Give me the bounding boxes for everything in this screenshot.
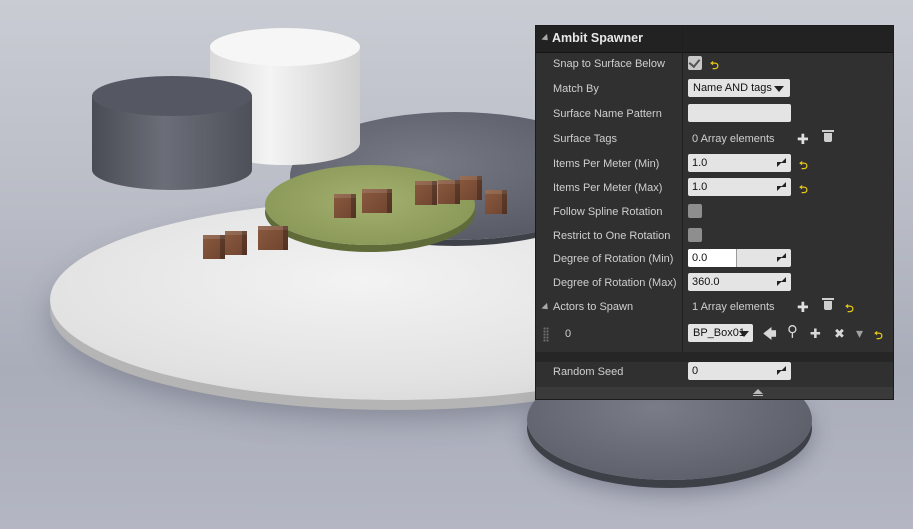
row-items-per-meter-max: Items Per Meter (Max) 1.0 ⮌ xyxy=(536,177,893,201)
match-by-dropdown[interactable]: Name AND tags xyxy=(688,79,790,97)
collapse-triangle-icon[interactable] xyxy=(541,33,551,44)
x-icon[interactable]: ✖ xyxy=(834,327,845,341)
dark-cylinder-top xyxy=(92,76,252,116)
spawned-box xyxy=(334,194,356,218)
advanced-toggle-bar[interactable] xyxy=(536,387,893,399)
collapse-up-icon xyxy=(753,389,763,394)
array-count: 0 Array elements xyxy=(692,133,775,145)
property-label: Snap to Surface Below xyxy=(553,58,665,70)
dropdown-arrow-icon xyxy=(739,331,749,337)
reset-arrow-icon[interactable]: ⮌ xyxy=(874,327,883,346)
row-random-seed: Random Seed 0 xyxy=(536,361,893,385)
property-label: Items Per Meter (Max) xyxy=(553,182,663,194)
plus-icon[interactable]: ✚ xyxy=(797,300,809,314)
arrow-left-icon[interactable]: 🡄 xyxy=(763,327,776,341)
dropdown-value: BP_Box01 xyxy=(693,327,745,339)
category-title: Ambit Spawner xyxy=(552,31,643,45)
reset-arrow-icon[interactable]: ⮌ xyxy=(710,57,719,76)
row-actors-to-spawn: Actors to Spawn 1 Array elements ✚ ⮌ xyxy=(536,296,893,320)
drag-resize-icon xyxy=(777,277,786,286)
drag-grip-icon[interactable] xyxy=(543,327,549,342)
spawned-box xyxy=(485,190,507,214)
reset-arrow-icon[interactable]: ⮌ xyxy=(799,157,808,176)
row-surface-name-pattern: Surface Name Pattern xyxy=(536,103,893,127)
reset-arrow-icon[interactable]: ⮌ xyxy=(845,300,854,319)
property-label: Actors to Spawn xyxy=(553,301,634,313)
items-per-meter-max-input[interactable]: 1.0 xyxy=(688,178,791,196)
row-items-per-meter-min: Items Per Meter (Min) 1.0 ⮌ xyxy=(536,153,893,177)
row-restrict-one-rotation: Restrict to One Rotation xyxy=(536,225,893,249)
property-label: Degree of Rotation (Min) xyxy=(553,253,674,265)
random-seed-input[interactable]: 0 xyxy=(688,362,791,380)
plus-icon[interactable]: ✚ xyxy=(797,132,809,146)
drag-resize-icon xyxy=(777,182,786,191)
spawned-box xyxy=(203,235,225,259)
property-label: Surface Name Pattern xyxy=(553,108,662,120)
dropdown-arrow-icon xyxy=(774,86,784,92)
spawned-box xyxy=(460,176,482,200)
plus-icon[interactable]: ✚ xyxy=(810,327,821,341)
surface-name-pattern-input[interactable] xyxy=(688,104,791,122)
property-label: Degree of Rotation (Max) xyxy=(553,277,677,289)
white-cylinder-top xyxy=(210,28,360,66)
row-degree-rotation-min: Degree of Rotation (Min) 0.0 xyxy=(536,248,893,272)
chevron-down-icon[interactable]: ▾ xyxy=(856,326,863,340)
checkmark-icon xyxy=(688,55,701,69)
property-label: Items Per Meter (Min) xyxy=(553,158,660,170)
drag-resize-icon xyxy=(777,158,786,167)
ambit-spawner-details-panel: Ambit Spawner Snap to Surface Below ⮌ Ma… xyxy=(535,25,894,400)
trash-icon[interactable] xyxy=(822,298,834,310)
category-header[interactable]: Ambit Spawner xyxy=(536,26,893,53)
row-surface-tags: Surface Tags 0 Array elements ✚ xyxy=(536,128,893,152)
degree-rotation-min-slider[interactable]: 0.0 xyxy=(688,249,791,267)
spawned-box xyxy=(438,180,460,204)
restrict-one-rotation-checkbox[interactable] xyxy=(688,228,702,242)
array-index: 0 xyxy=(565,328,572,340)
drag-resize-icon xyxy=(777,253,786,262)
property-label: Surface Tags xyxy=(553,133,618,145)
actor-class-dropdown[interactable]: BP_Box01 xyxy=(688,324,753,342)
row-follow-spline-rotation: Follow Spline Rotation xyxy=(536,201,893,225)
numeric-value: 1.0 xyxy=(692,181,708,193)
property-label: Match By xyxy=(553,83,599,95)
degree-rotation-max-slider[interactable]: 360.0 xyxy=(688,273,791,291)
numeric-value: 0.0 xyxy=(692,252,708,264)
spawned-box xyxy=(362,189,392,213)
collapse-triangle-icon[interactable] xyxy=(541,302,551,313)
row-actor-element-0: 0 BP_Box01 🡄 ⚲ ✚ ✖ ▾ ⮌ xyxy=(536,323,893,347)
snap-to-surface-checkbox[interactable] xyxy=(688,55,702,70)
row-degree-rotation-max: Degree of Rotation (Max) 360.0 xyxy=(536,272,893,296)
spawned-box xyxy=(225,231,247,255)
array-count: 1 Array elements xyxy=(692,301,775,313)
row-snap-to-surface: Snap to Surface Below ⮌ xyxy=(536,53,893,77)
drag-resize-icon xyxy=(777,366,786,375)
spawned-box xyxy=(258,226,288,250)
collapse-up-icon-bar xyxy=(753,395,763,396)
numeric-value: 1.0 xyxy=(692,157,708,169)
row-match-by: Match By Name AND tags xyxy=(536,78,893,102)
spawned-box xyxy=(415,181,437,205)
numeric-value: 360.0 xyxy=(692,276,720,288)
trash-icon[interactable] xyxy=(822,130,834,142)
follow-spline-rotation-checkbox[interactable] xyxy=(688,204,702,218)
property-label: Restrict to One Rotation xyxy=(553,230,671,242)
property-label: Follow Spline Rotation xyxy=(553,206,663,218)
dropdown-value: Name AND tags xyxy=(693,82,772,94)
property-label: Random Seed xyxy=(553,366,624,378)
search-icon[interactable]: ⚲ xyxy=(787,324,798,339)
numeric-value: 0 xyxy=(692,365,699,377)
reset-arrow-icon[interactable]: ⮌ xyxy=(799,181,808,200)
items-per-meter-min-input[interactable]: 1.0 xyxy=(688,154,791,172)
